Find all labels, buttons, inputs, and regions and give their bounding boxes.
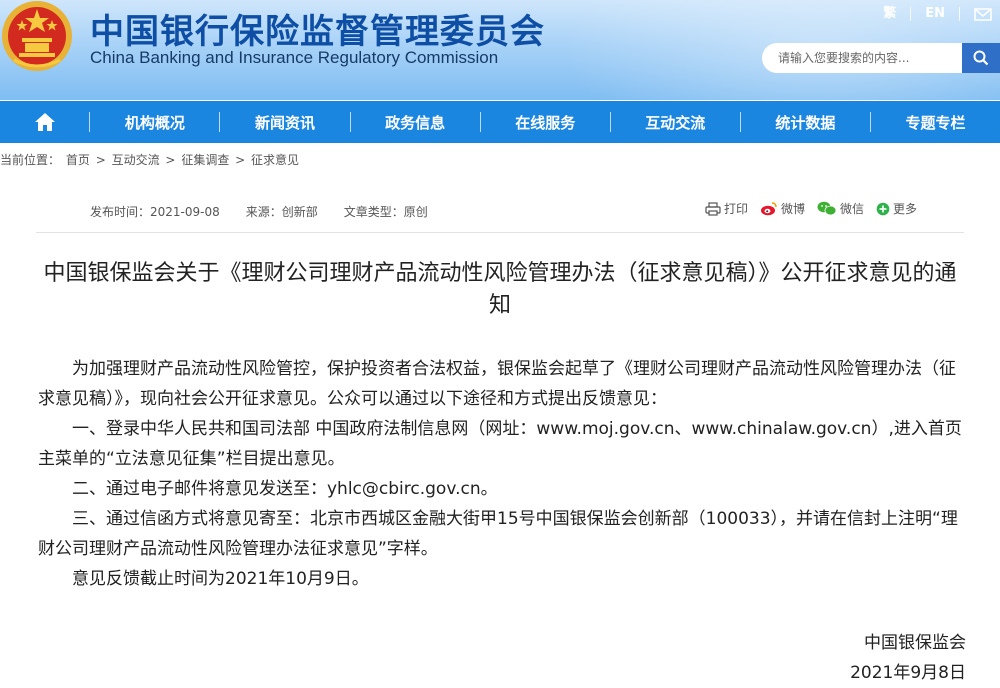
weibo-label: 微博 bbox=[781, 202, 806, 216]
breadcrumb-home[interactable]: 首页 bbox=[66, 153, 90, 167]
divider bbox=[36, 232, 964, 233]
more-share-button[interactable]: 更多 bbox=[876, 200, 917, 217]
main-nav: 机构概况 新闻资讯 政务信息 在线服务 互动交流 统计数据 专题专栏 bbox=[0, 101, 1000, 143]
breadcrumb-separator: > bbox=[95, 153, 106, 167]
signature-org: 中国银保监会 bbox=[864, 633, 966, 653]
wechat-share-button[interactable]: 微信 bbox=[817, 200, 864, 217]
article-paragraph: 一、登录中华人民共和国司法部 中国政府法制信息网（网址：www.moj.gov.… bbox=[38, 419, 962, 469]
search-input[interactable] bbox=[762, 43, 966, 73]
search-box bbox=[762, 43, 1000, 73]
weibo-icon bbox=[761, 202, 777, 216]
home-icon bbox=[34, 113, 55, 131]
wechat-icon bbox=[817, 201, 837, 216]
article-source: 来源：创新部 bbox=[245, 205, 318, 219]
article-paragraph: 二、通过电子邮件将意见发送至：yhlc@cbirc.gov.cn。 bbox=[72, 479, 498, 499]
article-paragraph: 意见反馈截止时间为2021年10月9日。 bbox=[72, 569, 369, 589]
article-title: 中国银保监会关于《理财公司理财产品流动性风险管理办法（征求意见稿）》公开征求意见… bbox=[43, 261, 957, 318]
national-emblem-icon[interactable] bbox=[0, 0, 74, 74]
article-paragraph: 三、通过信函方式将意见寄至：北京市西城区金融大街甲15号中国银保监会创新部（10… bbox=[38, 509, 958, 559]
breadcrumb-separator: > bbox=[165, 153, 176, 167]
traditional-chinese-link[interactable]: 繁 bbox=[869, 7, 912, 21]
breadcrumb-label: 当前位置： bbox=[0, 153, 61, 167]
site-title-en: China Banking and Insurance Regulatory C… bbox=[90, 48, 499, 67]
search-icon bbox=[973, 50, 989, 66]
search-button[interactable] bbox=[962, 43, 1000, 73]
plus-circle-icon bbox=[876, 202, 890, 215]
nav-home[interactable] bbox=[0, 101, 89, 143]
breadcrumb: 当前位置： 首页 > 互动交流 > 征集调查 > 征求意见 bbox=[0, 151, 301, 168]
article-meta: 发布时间：2021-09-08 来源：创新部 文章类型：原创 bbox=[90, 203, 454, 220]
breadcrumb-survey[interactable]: 征集调查 bbox=[181, 153, 229, 167]
top-links: 繁 EN bbox=[869, 4, 1000, 24]
article-body: 为加强理财产品流动性风险管控，保护投资者合法权益，银保监会起草了《理财公司理财产… bbox=[38, 354, 966, 594]
nav-item-online-service[interactable]: 在线服务 bbox=[481, 101, 610, 143]
site-title-cn: 中国银行保险监督管理委员会 bbox=[90, 12, 545, 52]
share-bar: 打印 微博 微信 更多 bbox=[705, 200, 929, 217]
nav-item-special-topics[interactable]: 专题专栏 bbox=[871, 101, 1000, 143]
breadcrumb-interaction[interactable]: 互动交流 bbox=[112, 153, 160, 167]
wechat-label: 微信 bbox=[840, 202, 865, 216]
nav-item-about[interactable]: 机构概况 bbox=[90, 101, 219, 143]
breadcrumb-comments[interactable]: 征求意见 bbox=[251, 153, 299, 167]
site-header: 中国银行保险监督管理委员会 China Banking and Insuranc… bbox=[0, 0, 1000, 100]
nav-item-government-info[interactable]: 政务信息 bbox=[351, 101, 480, 143]
mail-icon[interactable] bbox=[960, 7, 1000, 21]
english-link[interactable]: EN bbox=[911, 7, 960, 21]
nav-item-statistics[interactable]: 统计数据 bbox=[741, 101, 870, 143]
nav-item-news[interactable]: 新闻资讯 bbox=[220, 101, 349, 143]
article-type: 文章类型：原创 bbox=[343, 205, 428, 219]
weibo-share-button[interactable]: 微博 bbox=[760, 200, 805, 217]
nav-item-interaction[interactable]: 互动交流 bbox=[611, 101, 740, 143]
print-button[interactable]: 打印 bbox=[705, 200, 748, 217]
more-label: 更多 bbox=[893, 202, 918, 216]
article-signature: 中国银保监会 2021年9月8日 bbox=[850, 628, 966, 688]
signature-date: 2021年9月8日 bbox=[850, 663, 966, 683]
publish-date: 发布时间：2021-09-08 bbox=[90, 205, 220, 219]
breadcrumb-separator: > bbox=[235, 153, 246, 167]
printer-icon bbox=[705, 201, 721, 216]
article-paragraph: 为加强理财产品流动性风险管控，保护投资者合法权益，银保监会起草了《理财公司理财产… bbox=[38, 359, 956, 409]
print-label: 打印 bbox=[724, 202, 749, 216]
